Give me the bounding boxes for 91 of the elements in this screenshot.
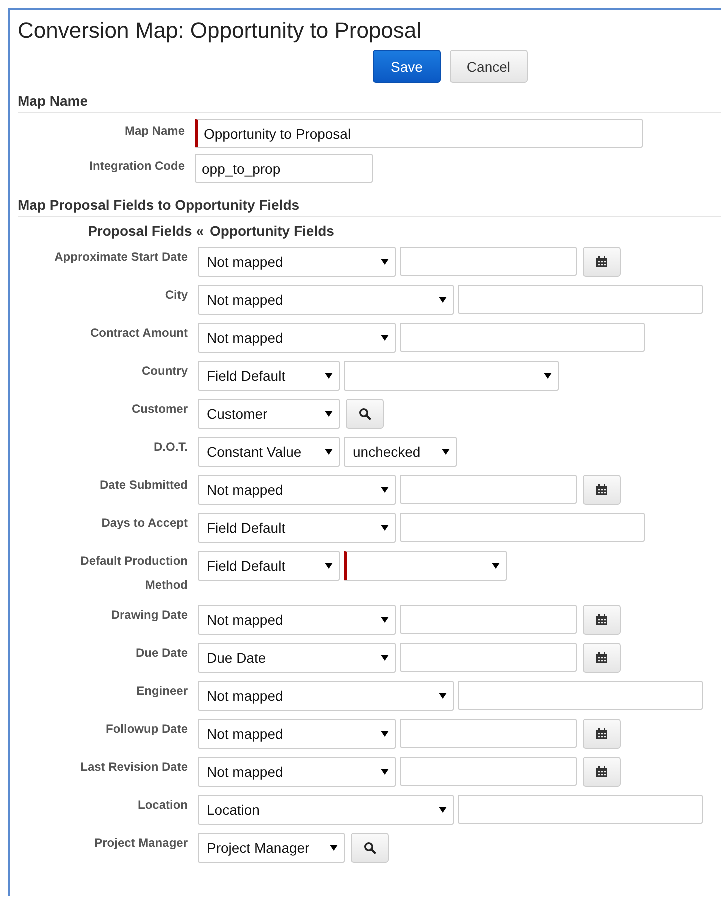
search-icon — [364, 842, 376, 854]
field-label: Integration Code — [88, 158, 185, 173]
value-field[interactable] — [400, 513, 645, 542]
field-label: Customer — [130, 401, 188, 418]
date-field[interactable] — [400, 643, 577, 672]
caret-icon — [325, 373, 333, 379]
caret-icon — [325, 411, 333, 417]
field-label: Days to Accept — [100, 515, 188, 532]
caret-icon — [544, 373, 552, 379]
mapping-dropdown[interactable]: Not mapped — [198, 757, 396, 787]
mapping-dropdown[interactable]: Due Date — [198, 643, 396, 673]
field-label: Date Submitted — [98, 477, 188, 494]
calendar-button[interactable] — [583, 475, 621, 505]
mapping-dropdown[interactable]: Field Default — [198, 551, 340, 581]
field-label: Drawing Date — [110, 607, 188, 624]
field-label: Approximate Start Date — [54, 249, 188, 266]
caret-icon — [381, 259, 389, 265]
date-field[interactable] — [400, 719, 577, 748]
calendar-icon — [596, 766, 608, 778]
caret-icon — [325, 449, 333, 455]
caret-icon — [381, 487, 389, 493]
mapping-dropdown[interactable]: Not mapped — [198, 285, 454, 315]
date-field[interactable] — [400, 605, 577, 634]
caret-icon — [330, 845, 338, 851]
mapping-dropdown[interactable]: Customer — [198, 399, 340, 429]
page-title: Conversion Map: Opportunity to Proposal — [18, 18, 423, 44]
search-button[interactable] — [351, 833, 389, 863]
cancel-button[interactable]: Cancel — [450, 50, 528, 83]
date-field[interactable] — [400, 247, 577, 276]
mapping-dropdown[interactable]: Field Default — [198, 361, 340, 391]
save-button[interactable]: Save — [373, 50, 441, 83]
caret-icon — [381, 617, 389, 623]
caret-icon — [381, 525, 389, 531]
caret-icon — [325, 563, 333, 569]
caret-icon — [439, 693, 447, 699]
calendar-icon — [596, 728, 608, 740]
mapping-dropdown[interactable]: Field Default — [198, 513, 396, 543]
calendar-icon — [596, 614, 608, 626]
caret-icon — [492, 563, 500, 569]
field-label: Location — [137, 797, 188, 814]
calendar-button[interactable] — [583, 605, 621, 635]
caret-icon — [439, 297, 447, 303]
mapping-dropdown[interactable]: Not mapped — [198, 247, 396, 277]
mapping-dropdown[interactable]: Project Manager — [198, 833, 345, 863]
field-label: Last Revision Date — [80, 759, 188, 776]
calendar-button[interactable] — [583, 643, 621, 673]
mapping-dropdown[interactable]: Not mapped — [198, 323, 396, 353]
caret-icon — [381, 335, 389, 341]
mapping-dropdown[interactable]: Constant Value — [198, 437, 340, 467]
value-field[interactable] — [458, 285, 703, 314]
mapping-dropdown[interactable]: Not mapped — [198, 605, 396, 635]
field-label: Contract Amount — [89, 325, 188, 342]
caret-icon — [439, 807, 447, 813]
field-label: Default Production Method — [80, 553, 188, 594]
section-heading: Map Name — [18, 85, 721, 113]
date-field[interactable] — [400, 475, 577, 504]
value-field[interactable] — [458, 681, 703, 710]
field-label: City — [164, 287, 188, 304]
value-dropdown[interactable] — [344, 551, 507, 581]
calendar-button[interactable] — [583, 757, 621, 787]
value-dropdown[interactable]: unchecked — [344, 437, 457, 467]
input-field[interactable]: Opportunity to Proposal — [195, 119, 643, 148]
field-label: Engineer — [136, 683, 188, 700]
mapping-dropdown[interactable]: Not mapped — [198, 475, 396, 505]
search-icon — [359, 408, 371, 420]
input-field[interactable]: opp_to_prop — [195, 154, 373, 183]
field-label: Country — [141, 363, 188, 380]
field-label: Followup Date — [105, 721, 188, 738]
date-field[interactable] — [400, 757, 577, 786]
calendar-icon — [596, 256, 608, 268]
caret-icon — [381, 731, 389, 737]
calendar-button[interactable] — [583, 719, 621, 749]
caret-icon — [381, 655, 389, 661]
caret-icon — [381, 769, 389, 775]
section-heading: Map Proposal Fields to Opportunity Fields — [18, 189, 721, 217]
search-button[interactable] — [346, 399, 384, 429]
caret-icon — [442, 449, 450, 455]
field-label: D.O.T. — [152, 439, 188, 456]
mapping-dropdown[interactable]: Location — [198, 795, 454, 825]
value-field[interactable] — [458, 795, 703, 824]
calendar-icon — [596, 652, 608, 664]
column-heading: Opportunity Fields — [210, 223, 334, 239]
mapping-dropdown[interactable]: Not mapped — [198, 719, 396, 749]
calendar-button[interactable] — [583, 247, 621, 277]
field-label: Due Date — [134, 645, 188, 662]
calendar-icon — [596, 484, 608, 496]
field-label: Map Name — [124, 123, 185, 138]
column-heading: Proposal Fields « — [87, 223, 204, 239]
mapping-dropdown[interactable]: Not mapped — [198, 681, 454, 711]
value-field[interactable] — [400, 323, 645, 352]
field-label: Project Manager — [94, 835, 188, 852]
